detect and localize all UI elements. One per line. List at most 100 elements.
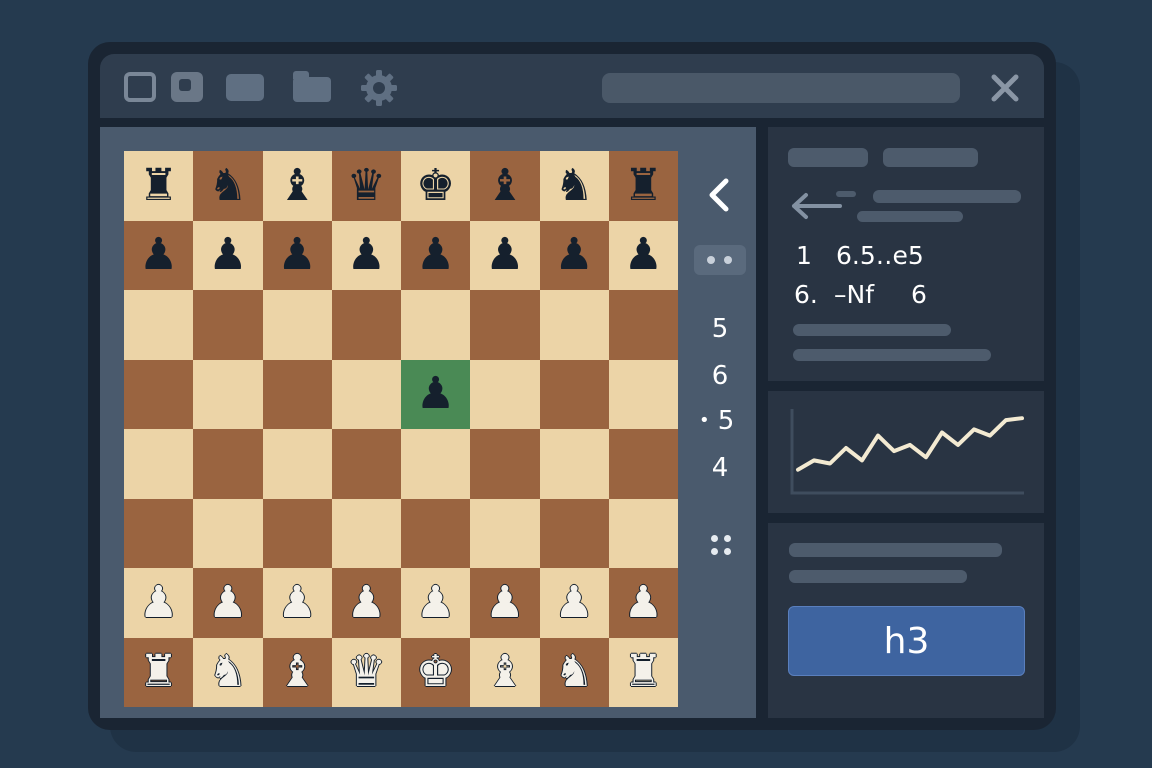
square-d2[interactable]: ♟ [331, 568, 401, 638]
square-h7[interactable]: ♟ [608, 220, 678, 290]
black-pawn-icon[interactable]: ♟ [208, 233, 247, 277]
square-g7[interactable]: ♟ [539, 220, 609, 290]
square-f1[interactable]: ♝ [470, 637, 540, 707]
black-pawn-icon[interactable]: ♟ [416, 233, 455, 277]
square-h2[interactable]: ♟ [608, 568, 678, 638]
square-h1[interactable]: ♜ [608, 637, 678, 707]
square-h5[interactable] [608, 359, 678, 429]
square-c1[interactable]: ♝ [262, 637, 332, 707]
black-knight-icon[interactable]: ♞ [554, 163, 593, 208]
square-a7[interactable]: ♟ [124, 220, 194, 290]
square-e5[interactable]: ♟ [401, 359, 471, 429]
black-bishop-icon[interactable]: ♝ [277, 163, 316, 208]
square-f4[interactable] [470, 429, 540, 499]
notation-line2-move[interactable]: –Nf [834, 280, 874, 310]
square-e4[interactable] [401, 429, 471, 499]
square-h8[interactable]: ♜ [608, 151, 678, 221]
square-c4[interactable] [262, 429, 332, 499]
white-rook-icon[interactable]: ♜ [624, 650, 663, 694]
square-f6[interactable] [470, 290, 540, 360]
chevron-left-icon[interactable] [700, 175, 736, 215]
black-pawn-icon[interactable]: ♟ [554, 233, 593, 277]
white-rook-icon[interactable]: ♜ [139, 650, 178, 694]
suggested-move-button[interactable]: h3 [788, 606, 1025, 676]
square-d5[interactable] [331, 359, 401, 429]
black-queen-icon[interactable]: ♛ [347, 163, 386, 208]
move-number-current[interactable]: 5 [712, 406, 740, 436]
white-king-icon[interactable]: ♚ [416, 650, 455, 694]
white-pawn-icon[interactable]: ♟ [347, 580, 386, 625]
square-b3[interactable] [193, 498, 263, 568]
white-pawn-icon[interactable]: ♟ [416, 580, 455, 625]
square-g5[interactable] [539, 359, 609, 429]
square-d6[interactable] [331, 290, 401, 360]
square-d8[interactable]: ♛ [331, 151, 401, 221]
gear-icon[interactable] [359, 68, 399, 108]
white-queen-icon[interactable]: ♛ [347, 650, 386, 694]
square-e3[interactable] [401, 498, 471, 568]
white-knight-icon[interactable]: ♞ [208, 650, 247, 694]
square-h6[interactable] [608, 290, 678, 360]
square-c5[interactable] [262, 359, 332, 429]
panel-icon[interactable] [226, 74, 264, 101]
square-c7[interactable]: ♟ [262, 220, 332, 290]
black-knight-icon[interactable]: ♞ [208, 163, 247, 208]
white-pawn-icon[interactable]: ♟ [208, 580, 247, 625]
black-pawn-icon[interactable]: ♟ [277, 233, 316, 277]
black-pawn-icon[interactable]: ♟ [139, 233, 178, 277]
square-a2[interactable]: ♟ [124, 568, 194, 638]
square-a4[interactable] [124, 429, 194, 499]
square-b1[interactable]: ♞ [193, 637, 263, 707]
black-pawn-icon[interactable]: ♟ [485, 233, 524, 277]
move-number[interactable]: 6 [696, 361, 744, 391]
square-b8[interactable]: ♞ [193, 151, 263, 221]
window-filled-icon[interactable] [171, 72, 203, 102]
white-pawn-icon[interactable]: ♟ [624, 580, 663, 625]
square-d3[interactable] [331, 498, 401, 568]
white-bishop-icon[interactable]: ♝ [277, 650, 316, 694]
square-f8[interactable]: ♝ [470, 151, 540, 221]
black-pawn-icon[interactable]: ♟ [416, 372, 455, 416]
square-h4[interactable] [608, 429, 678, 499]
square-e6[interactable] [401, 290, 471, 360]
square-g6[interactable] [539, 290, 609, 360]
square-b7[interactable]: ♟ [193, 220, 263, 290]
white-pawn-icon[interactable]: ♟ [277, 580, 316, 625]
black-pawn-icon[interactable]: ♟ [624, 233, 663, 277]
square-b4[interactable] [193, 429, 263, 499]
square-b5[interactable] [193, 359, 263, 429]
black-king-icon[interactable]: ♚ [416, 163, 455, 208]
square-h3[interactable] [608, 498, 678, 568]
window-outline-icon[interactable] [124, 72, 156, 102]
square-d1[interactable]: ♛ [331, 637, 401, 707]
square-b6[interactable] [193, 290, 263, 360]
square-f7[interactable]: ♟ [470, 220, 540, 290]
close-icon[interactable] [986, 70, 1024, 106]
square-a1[interactable]: ♜ [124, 637, 194, 707]
square-e7[interactable]: ♟ [401, 220, 471, 290]
white-knight-icon[interactable]: ♞ [554, 650, 593, 694]
square-f3[interactable] [470, 498, 540, 568]
square-b2[interactable]: ♟ [193, 568, 263, 638]
square-d7[interactable]: ♟ [331, 220, 401, 290]
dots-grid-icon[interactable] [709, 533, 733, 557]
square-f2[interactable]: ♟ [470, 568, 540, 638]
options-pill-button[interactable] [694, 245, 746, 275]
square-e8[interactable]: ♚ [401, 151, 471, 221]
search-bar[interactable] [602, 73, 960, 103]
folder-icon[interactable] [293, 71, 331, 102]
black-pawn-icon[interactable]: ♟ [347, 233, 386, 277]
square-a5[interactable] [124, 359, 194, 429]
black-rook-icon[interactable]: ♜ [139, 163, 178, 208]
square-d4[interactable] [331, 429, 401, 499]
square-c6[interactable] [262, 290, 332, 360]
square-g3[interactable] [539, 498, 609, 568]
square-c3[interactable] [262, 498, 332, 568]
square-a8[interactable]: ♜ [124, 151, 194, 221]
square-g8[interactable]: ♞ [539, 151, 609, 221]
square-a3[interactable] [124, 498, 194, 568]
square-f5[interactable] [470, 359, 540, 429]
move-number[interactable]: 5 [696, 314, 744, 344]
move-number[interactable]: 4 [696, 453, 744, 483]
square-e1[interactable]: ♚ [401, 637, 471, 707]
